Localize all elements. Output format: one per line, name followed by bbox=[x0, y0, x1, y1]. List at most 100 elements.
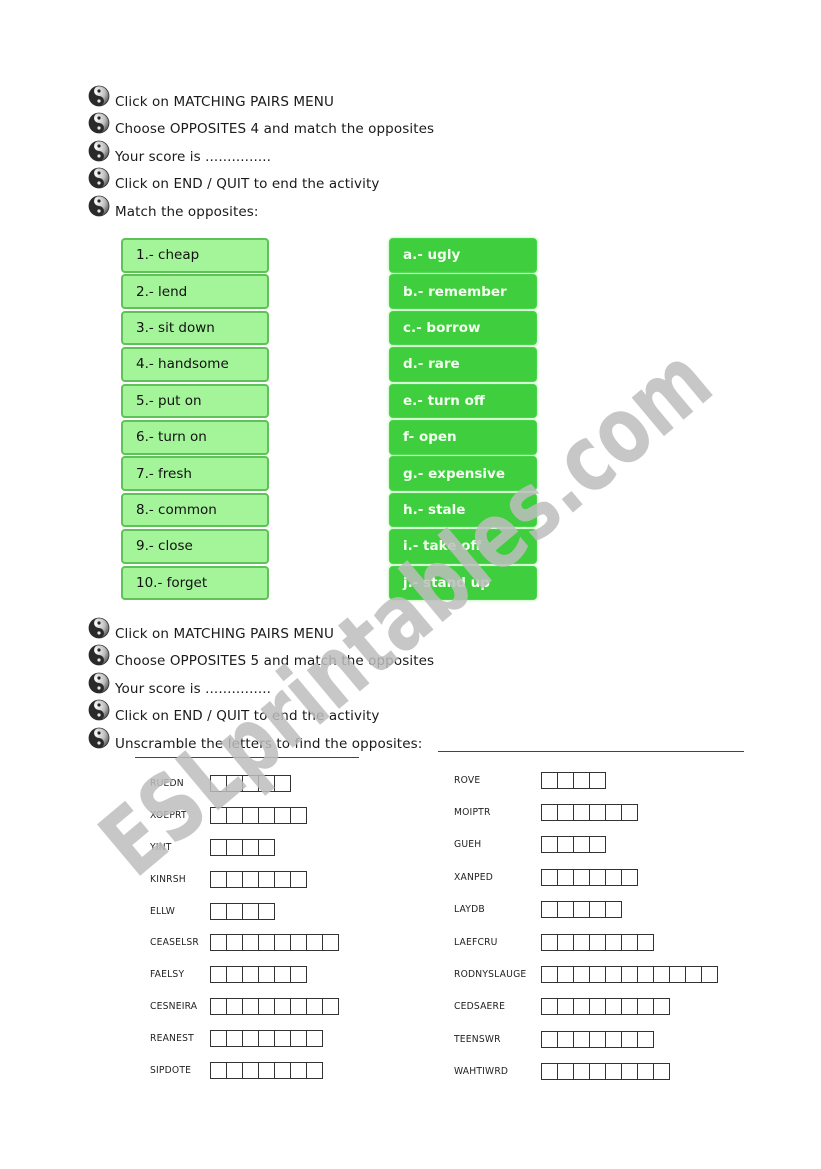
letter-box[interactable] bbox=[243, 839, 259, 855]
letter-box[interactable] bbox=[622, 805, 638, 821]
letter-box[interactable] bbox=[243, 967, 259, 983]
letter-box[interactable] bbox=[590, 967, 606, 983]
letter-box[interactable] bbox=[622, 967, 638, 983]
letter-box[interactable] bbox=[542, 902, 558, 918]
letter-box[interactable] bbox=[606, 1031, 622, 1047]
letter-box[interactable] bbox=[211, 967, 227, 983]
letter-box[interactable] bbox=[574, 772, 590, 788]
letter-box[interactable] bbox=[558, 934, 574, 950]
letter-box[interactable] bbox=[227, 1030, 243, 1046]
letter-box[interactable] bbox=[606, 902, 622, 918]
letter-box[interactable] bbox=[259, 871, 275, 887]
letter-box[interactable] bbox=[243, 871, 259, 887]
letter-box[interactable] bbox=[574, 999, 590, 1015]
match-tile-right[interactable]: g.- expensive bbox=[389, 456, 537, 491]
letter-box[interactable] bbox=[638, 967, 654, 983]
letter-box[interactable] bbox=[259, 776, 275, 792]
letter-box[interactable] bbox=[622, 1031, 638, 1047]
letter-box[interactable] bbox=[291, 808, 307, 824]
letter-box[interactable] bbox=[542, 1031, 558, 1047]
match-tile-right[interactable]: f- open bbox=[389, 419, 537, 455]
letter-box[interactable] bbox=[606, 999, 622, 1015]
letter-box[interactable] bbox=[542, 869, 558, 885]
letter-box[interactable] bbox=[275, 871, 291, 887]
letter-box[interactable] bbox=[606, 805, 622, 821]
letter-box[interactable] bbox=[638, 1064, 654, 1080]
letter-box[interactable] bbox=[227, 935, 243, 951]
letter-box[interactable] bbox=[259, 808, 275, 824]
letter-box[interactable] bbox=[291, 998, 307, 1014]
match-tile-right[interactable]: c.- borrow bbox=[389, 310, 537, 346]
letter-box[interactable] bbox=[542, 934, 558, 950]
letter-box[interactable] bbox=[670, 967, 686, 983]
match-tile-left[interactable]: 4.- handsome bbox=[121, 347, 269, 382]
letter-box[interactable] bbox=[606, 967, 622, 983]
letter-box[interactable] bbox=[211, 903, 227, 919]
letter-box[interactable] bbox=[211, 1030, 227, 1046]
letter-box[interactable] bbox=[558, 902, 574, 918]
match-tile-left[interactable]: 5.- put on bbox=[121, 383, 269, 419]
letter-box[interactable] bbox=[243, 1062, 259, 1078]
letter-box[interactable] bbox=[275, 808, 291, 824]
letter-box[interactable] bbox=[622, 1064, 638, 1080]
letter-box[interactable] bbox=[542, 805, 558, 821]
letter-box[interactable] bbox=[574, 902, 590, 918]
match-tile-right[interactable]: h.- stale bbox=[389, 492, 537, 528]
letter-box[interactable] bbox=[227, 967, 243, 983]
letter-box[interactable] bbox=[638, 934, 654, 950]
letter-box[interactable] bbox=[542, 772, 558, 788]
letter-box[interactable] bbox=[638, 1031, 654, 1047]
letter-box[interactable] bbox=[307, 998, 323, 1014]
letter-box[interactable] bbox=[702, 967, 718, 983]
match-tile-right[interactable]: d.- rare bbox=[389, 347, 537, 382]
match-tile-right[interactable]: e.- turn off bbox=[389, 383, 537, 419]
letter-box[interactable] bbox=[307, 1030, 323, 1046]
letter-box[interactable] bbox=[558, 999, 574, 1015]
letter-box[interactable] bbox=[542, 837, 558, 853]
match-tile-right[interactable]: j.- stand up bbox=[389, 565, 537, 601]
letter-box[interactable] bbox=[227, 776, 243, 792]
match-tile-left[interactable]: 6.- turn on bbox=[121, 419, 269, 455]
letter-box[interactable] bbox=[259, 998, 275, 1014]
letter-box[interactable] bbox=[227, 903, 243, 919]
match-tile-left[interactable]: 3.- sit down bbox=[121, 310, 269, 346]
letter-box[interactable] bbox=[291, 1030, 307, 1046]
letter-box[interactable] bbox=[243, 935, 259, 951]
letter-box[interactable] bbox=[606, 1064, 622, 1080]
letter-box[interactable] bbox=[211, 998, 227, 1014]
match-tile-right[interactable]: i.- take off bbox=[389, 529, 537, 564]
letter-box[interactable] bbox=[654, 967, 670, 983]
letter-box[interactable] bbox=[291, 967, 307, 983]
match-tile-left[interactable]: 8.- common bbox=[121, 492, 269, 528]
letter-box[interactable] bbox=[574, 967, 590, 983]
letter-box[interactable] bbox=[590, 772, 606, 788]
letter-box[interactable] bbox=[259, 935, 275, 951]
letter-box[interactable] bbox=[243, 776, 259, 792]
match-tile-left[interactable]: 10.- forget bbox=[121, 565, 269, 601]
letter-box[interactable] bbox=[243, 998, 259, 1014]
letter-box[interactable] bbox=[291, 871, 307, 887]
letter-box[interactable] bbox=[606, 869, 622, 885]
letter-box[interactable] bbox=[211, 1062, 227, 1078]
letter-box[interactable] bbox=[542, 967, 558, 983]
letter-box[interactable] bbox=[558, 772, 574, 788]
letter-box[interactable] bbox=[275, 967, 291, 983]
letter-box[interactable] bbox=[259, 967, 275, 983]
letter-box[interactable] bbox=[227, 839, 243, 855]
letter-box[interactable] bbox=[275, 935, 291, 951]
letter-box[interactable] bbox=[558, 805, 574, 821]
letter-box[interactable] bbox=[622, 934, 638, 950]
letter-box[interactable] bbox=[227, 998, 243, 1014]
letter-box[interactable] bbox=[590, 902, 606, 918]
letter-box[interactable] bbox=[227, 1062, 243, 1078]
letter-box[interactable] bbox=[307, 1062, 323, 1078]
letter-box[interactable] bbox=[574, 805, 590, 821]
letter-box[interactable] bbox=[606, 934, 622, 950]
letter-box[interactable] bbox=[558, 1031, 574, 1047]
letter-box[interactable] bbox=[323, 935, 339, 951]
letter-box[interactable] bbox=[590, 999, 606, 1015]
letter-box[interactable] bbox=[243, 903, 259, 919]
letter-box[interactable] bbox=[590, 837, 606, 853]
letter-box[interactable] bbox=[574, 1031, 590, 1047]
letter-box[interactable] bbox=[211, 808, 227, 824]
